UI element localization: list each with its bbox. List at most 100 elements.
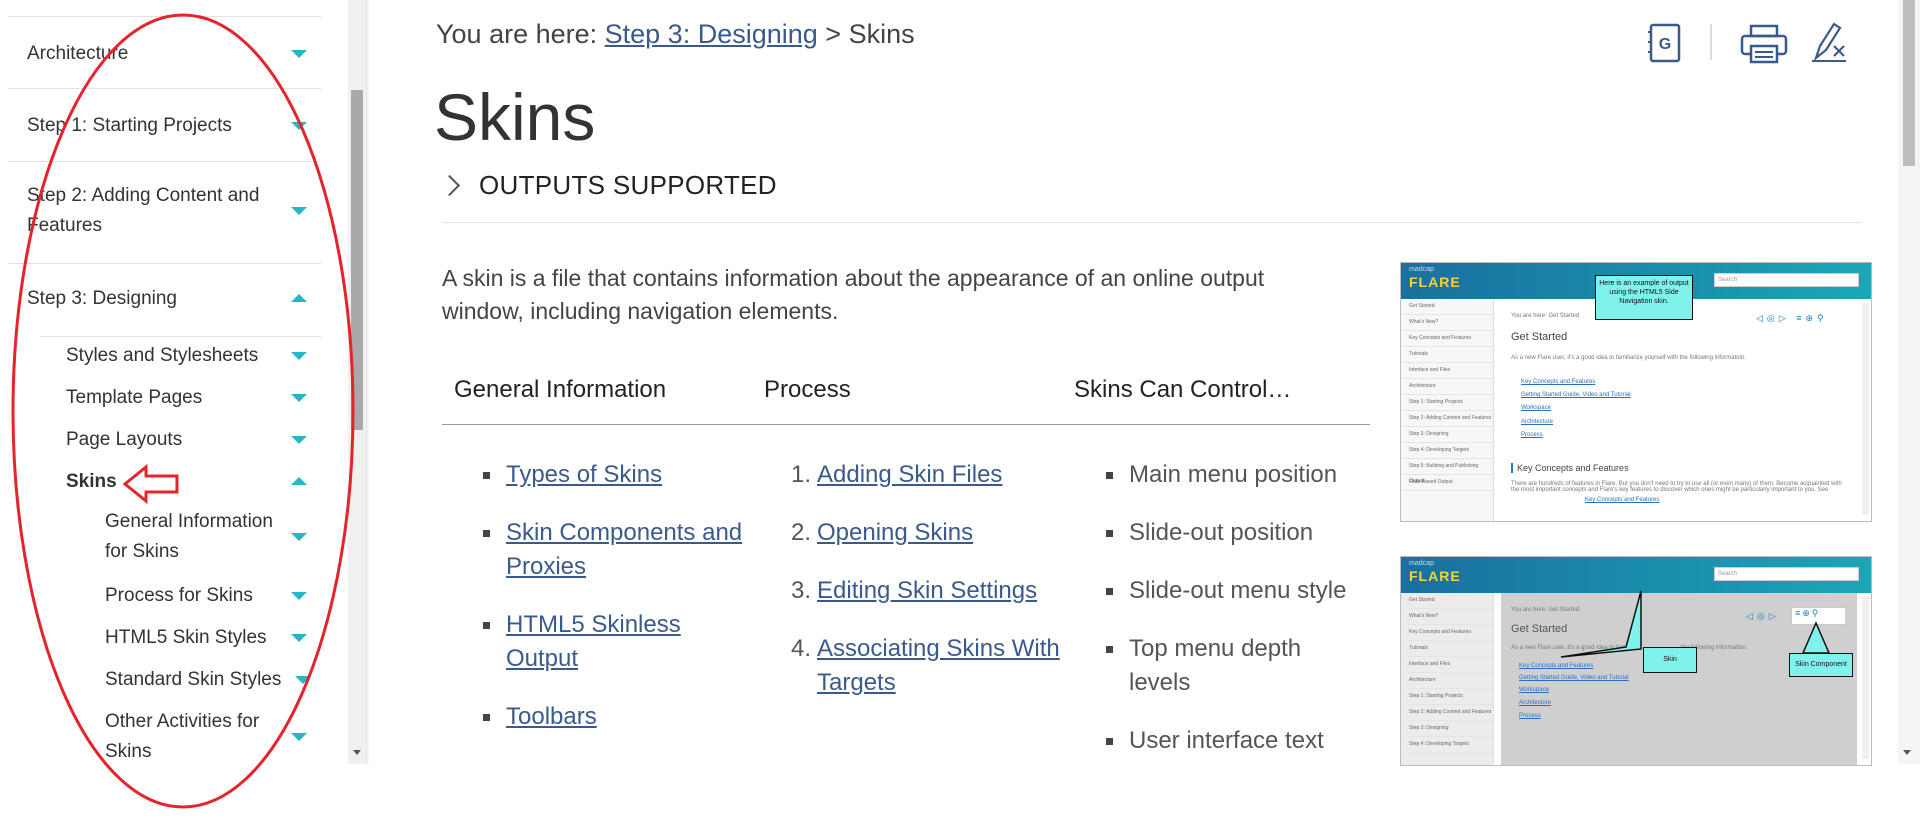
skin-example-screenshot-2: madcap FLARE Search Get Started What's N… [1400, 556, 1872, 766]
list-item: 1. Adding Skin Files [791, 458, 1067, 492]
link-skin-components[interactable]: Skin Components and Proxies [506, 519, 742, 580]
controls-column: Main menu position Slide-out position Sl… [1106, 458, 1359, 782]
main-scroll-thumb[interactable] [1903, 0, 1915, 166]
thumb-scrollbar [1862, 303, 1869, 515]
chevron-down-icon[interactable] [291, 394, 307, 402]
list-item: Types of Skins [483, 458, 756, 492]
link-types-of-skins[interactable]: Types of Skins [506, 461, 662, 488]
chevron-down-icon[interactable] [291, 122, 307, 130]
bullet-icon [483, 622, 490, 629]
nav-divider [8, 88, 321, 89]
breadcrumb-prefix: You are here: [436, 19, 605, 49]
process-column: 1. Adding Skin Files 2. Opening Skins 3. Ed… [791, 458, 1067, 724]
intro-paragraph: A skin is a file that contains informati… [442, 265, 1265, 324]
list-item: Slide-out position [1106, 516, 1359, 550]
sidebar-item-label: Step 2: Adding Content and Features [27, 185, 260, 236]
thumb-link: Key Concepts and Features [1521, 379, 1596, 385]
step-number: 1. [791, 461, 812, 488]
section-divider [442, 222, 1862, 223]
chevron-down-icon[interactable] [295, 676, 311, 684]
sidebar-item-template-pages[interactable]: Template Pages [66, 380, 317, 416]
thumb-side-item: Step 2: Adding Content and Features [1401, 411, 1493, 427]
link-adding-skin-files[interactable]: Adding Skin Files [817, 461, 1002, 488]
chevron-up-icon[interactable] [291, 477, 307, 485]
chevron-down-icon[interactable] [291, 733, 307, 741]
chevron-down-icon[interactable] [291, 436, 307, 444]
glossary-button[interactable]: G [1648, 22, 1682, 64]
nav-divider [8, 263, 321, 264]
remove-highlight-icon [1812, 22, 1846, 62]
chevron-down-icon[interactable] [291, 634, 307, 642]
thumb-link: Architecture [1521, 419, 1554, 425]
sidebar-item-other-activities[interactable]: Other Activities for Skins [105, 706, 317, 764]
sidebar-item-styles[interactable]: Styles and Stylesheets [66, 338, 317, 374]
callout-skin-component: Skin Component [1789, 653, 1853, 677]
annotation-arrow-icon [122, 464, 179, 504]
thumb-brand: FLARE [1409, 274, 1461, 290]
bullet-icon [483, 472, 490, 479]
bullet-icon [483, 530, 490, 537]
sidebar-item-label: HTML5 Skin Styles [105, 627, 267, 648]
scroll-down-arrow-icon[interactable] [353, 750, 361, 755]
thumb-brand-small: madcap [1409, 266, 1434, 273]
print-button[interactable] [1740, 24, 1788, 64]
sidebar-nav: Architecture Step 1: Starting Projects S… [0, 0, 366, 764]
thumb-side-item: Step 5: Building and Publishing Output [1401, 459, 1493, 484]
list-item: 4. Associating Skins With Targets [791, 632, 1067, 700]
sidebar-item-step1[interactable]: Step 1: Starting Projects [27, 108, 317, 144]
general-info-column: Types of Skins Skin Components and Proxi… [483, 458, 756, 758]
thumb-link: Getting Started Guide, Video and Tutoria… [1521, 392, 1631, 398]
sidebar-item-skins[interactable]: Skins [66, 464, 317, 500]
outputs-supported-label: OUTPUTS SUPPORTED [479, 170, 777, 200]
chevron-down-icon[interactable] [291, 50, 307, 58]
control-item: Slide-out position [1129, 519, 1314, 546]
sidebar-item-page-layouts[interactable]: Page Layouts [66, 422, 317, 458]
sidebar-scroll-thumb[interactable] [351, 90, 363, 430]
link-editing-skin-settings[interactable]: Editing Skin Settings [817, 577, 1037, 604]
thumb-section-title: Key Concepts and Features [1511, 463, 1629, 473]
sidebar-item-step3[interactable]: Step 3: Designing [27, 281, 317, 317]
sidebar-item-standard-skin-styles[interactable]: Standard Skin Styles [105, 662, 317, 698]
list-item: Skin Components and Proxies [483, 516, 756, 584]
thumb-side-item: Key Concepts and Features [1401, 331, 1493, 347]
list-item: Slide-out menu style [1106, 574, 1359, 608]
outputs-supported-toggle[interactable]: OUTPUTS SUPPORTED [438, 170, 777, 201]
chevron-up-icon[interactable] [291, 294, 307, 302]
sidebar-item-step2[interactable]: Step 2: Adding Content and Features [27, 180, 317, 242]
table-header: General Information Process Skins Can Co… [442, 372, 1370, 425]
step-number: 3. [791, 577, 812, 604]
bullet-icon [1106, 646, 1113, 653]
thumb-side-item: What's New? [1401, 315, 1493, 331]
chevron-down-icon[interactable] [291, 533, 307, 541]
link-html5-skinless[interactable]: HTML5 Skinless Output [506, 611, 681, 672]
thumb-side-item: Step 3: Designing [1401, 427, 1493, 443]
thumb-side-item: Flare-Based Output [1401, 475, 1493, 491]
link-associating-skins[interactable]: Associating Skins With Targets [817, 635, 1060, 696]
control-item: Slide-out menu style [1129, 577, 1347, 604]
thumb-link: Process [1521, 432, 1543, 438]
chevron-down-icon[interactable] [291, 352, 307, 360]
glossary-icon: G [1648, 23, 1681, 63]
thumb-toolbar-icons: ◁◎▷ ≡⊕⚲ [1756, 313, 1828, 323]
thumb-scrollbar [1862, 597, 1869, 759]
chevron-down-icon[interactable] [291, 592, 307, 600]
sidebar-item-process-skins[interactable]: Process for Skins [105, 578, 317, 614]
sidebar-item-label: Architecture [27, 43, 129, 64]
step-number: 4. [791, 635, 812, 662]
control-item: Main menu position [1129, 461, 1338, 488]
thumb-search: Search [1714, 273, 1859, 287]
sidebar-item-label: Standard Skin Styles [105, 669, 282, 690]
link-opening-skins[interactable]: Opening Skins [817, 519, 973, 546]
bullet-icon [1106, 588, 1113, 595]
link-toolbars[interactable]: Toolbars [506, 703, 597, 730]
sidebar-item-architecture[interactable]: Architecture [27, 36, 317, 72]
remove-highlight-button[interactable] [1810, 20, 1850, 64]
breadcrumb-link[interactable]: Step 3: Designing [605, 19, 818, 49]
column-header-process: Process [764, 376, 851, 403]
sidebar-item-general-info-skins[interactable]: General Information for Skins [105, 506, 317, 568]
thumb-heading: Get Started [1511, 331, 1568, 343]
chevron-down-icon[interactable] [291, 207, 307, 215]
sidebar-item-html5-skin-styles[interactable]: HTML5 Skin Styles [105, 620, 317, 656]
column-header-controls: Skins Can Control… [1074, 376, 1292, 403]
scroll-down-arrow-icon[interactable] [1903, 750, 1911, 755]
